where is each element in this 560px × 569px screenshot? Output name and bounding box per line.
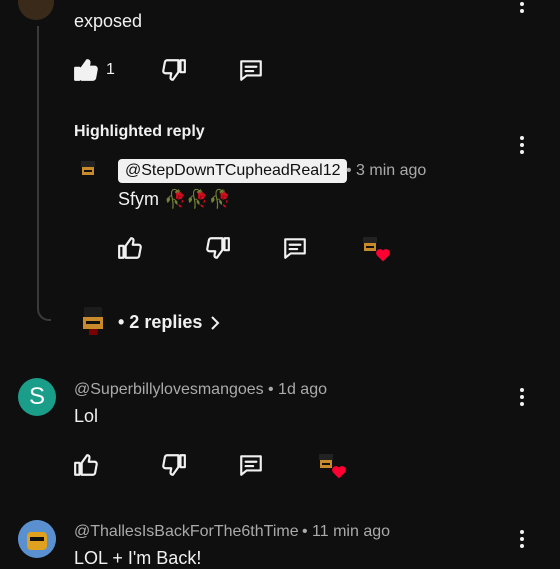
heart-icon (376, 249, 390, 262)
comment-text: exposed (74, 11, 143, 31)
reply-text: Sfym 🥀🥀🥀 (118, 189, 232, 209)
thumb-down-icon (162, 59, 186, 81)
dislike-button[interactable] (158, 54, 190, 86)
comment-more-button[interactable] (512, 0, 532, 18)
more-vert-icon (520, 530, 524, 534)
avatar[interactable] (18, 520, 56, 558)
avatar[interactable]: S (18, 378, 56, 416)
chevron-right-icon (211, 315, 220, 330)
comment-author[interactable]: @Superbillylovesmangoes (74, 381, 264, 399)
thumb-down-icon (206, 237, 230, 259)
like-count: 1 (106, 61, 115, 78)
thread-connector-line (37, 26, 51, 321)
view-replies-link[interactable]: • 2 replies (118, 312, 222, 333)
avatar[interactable] (18, 0, 54, 20)
like-button[interactable] (70, 449, 102, 481)
avatar[interactable] (76, 305, 110, 339)
thumb-up-icon (74, 59, 98, 81)
more-vert-icon (520, 388, 524, 392)
avatar[interactable] (76, 158, 100, 182)
more-vert-icon (520, 136, 524, 140)
comment-more-button[interactable] (512, 525, 532, 553)
reply-author-mention[interactable]: @StepDownTCupheadReal12 (118, 159, 348, 183)
comment-icon (240, 60, 262, 81)
comment-author[interactable]: @ThallesIsBackForThe6thTime (74, 523, 299, 541)
highlighted-reply-label: Highlighted reply (74, 123, 205, 140)
heart-icon (332, 466, 346, 479)
comment-icon (240, 455, 262, 476)
comment-more-button[interactable] (512, 383, 532, 411)
like-button[interactable] (70, 54, 102, 86)
dislike-button[interactable] (202, 232, 234, 264)
comment-timestamp: • 1d ago (268, 381, 327, 398)
replies-count-label: • 2 replies (118, 312, 203, 332)
thumb-up-icon (118, 237, 142, 259)
reply-button[interactable] (279, 232, 311, 264)
creator-heart-badge (316, 453, 348, 481)
creator-heart-badge (360, 236, 392, 264)
reply-button[interactable] (235, 449, 267, 481)
reply-more-button[interactable] (512, 131, 532, 159)
avatar-letter: S (28, 383, 45, 410)
comment-text: LOL + I'm Back! (74, 548, 202, 568)
comment-icon (284, 238, 306, 259)
reply-button[interactable] (235, 54, 267, 86)
dislike-button[interactable] (158, 449, 190, 481)
like-button[interactable] (114, 232, 146, 264)
thumb-down-icon (162, 454, 186, 476)
reply-timestamp: • 3 min ago (346, 162, 427, 179)
comment-timestamp: • 11 min ago (302, 523, 391, 540)
thumb-up-icon (74, 454, 98, 476)
comment-text: Lol (74, 406, 99, 426)
